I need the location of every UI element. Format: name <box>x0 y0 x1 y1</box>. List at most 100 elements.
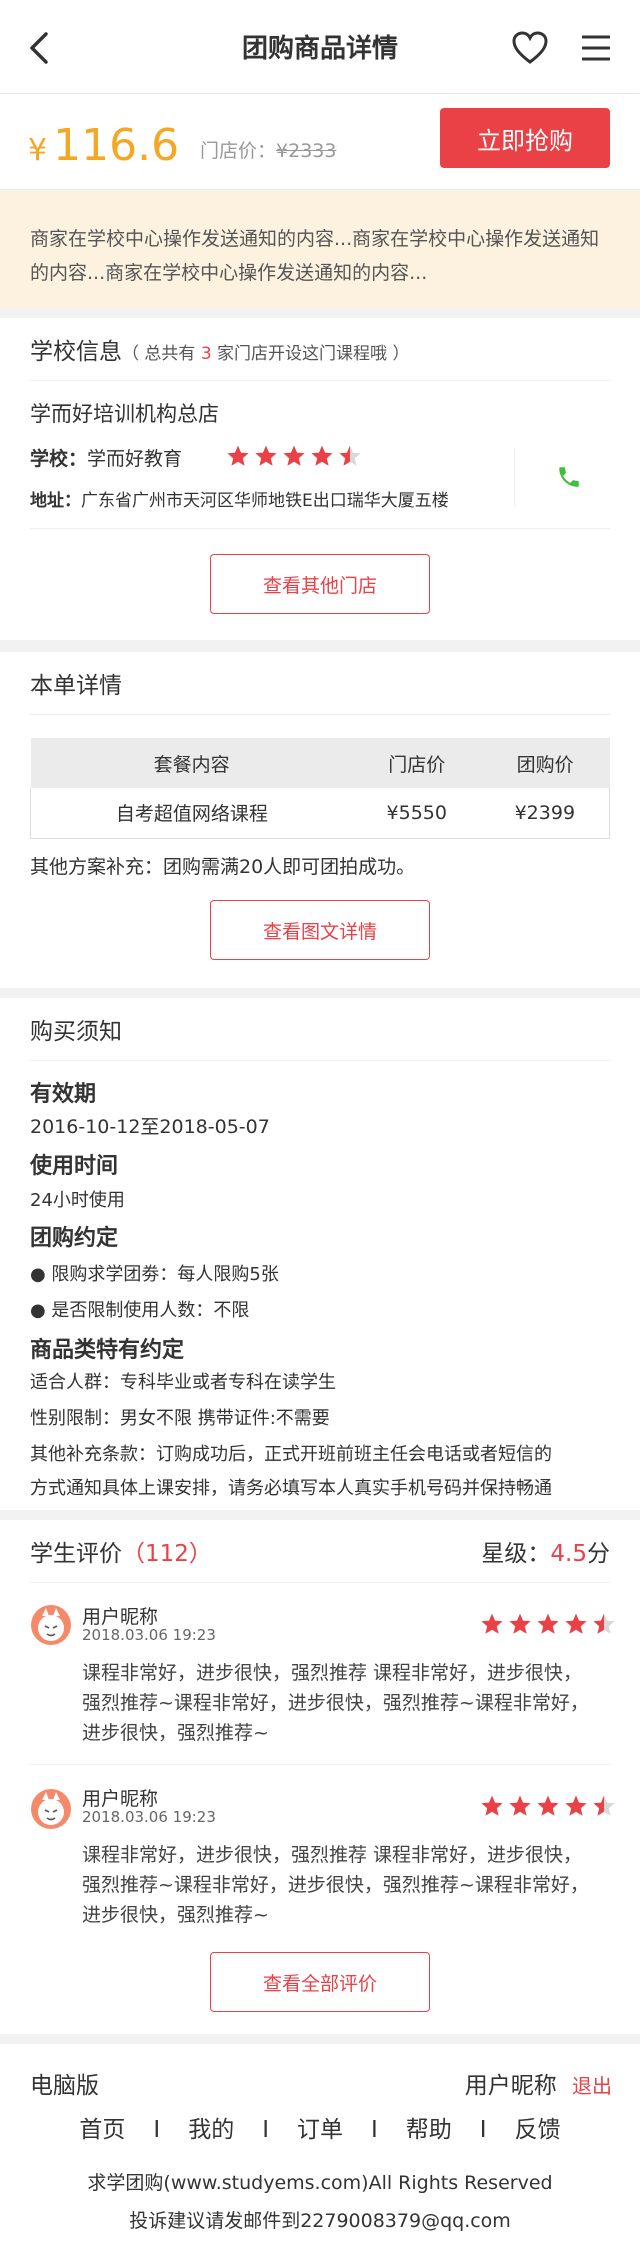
pc-version-link[interactable]: 电脑版 <box>30 2066 99 2100</box>
address-value: 广东省广州市天河区华师地铁E出口瑞华大厦五楼 <box>81 491 449 511</box>
buy-now-button[interactable]: 立即抢购 <box>440 108 610 168</box>
review-time: 2018.03.06 19:23 <box>82 1808 216 1826</box>
currency-symbol: ¥ <box>28 133 48 168</box>
star-icon <box>227 445 249 466</box>
special-term-item: 适合人群：专科毕业或者专科在读学生 <box>30 1372 336 1393</box>
rating-unit: 分 <box>587 1541 610 1567</box>
review-rating-stars <box>480 1794 616 1818</box>
top-nav-bar: 团购商品详情 <box>0 0 640 94</box>
table-cell: 自考超值网络课程 <box>29 788 353 839</box>
star-icon <box>481 1795 503 1816</box>
star-icon <box>593 1795 615 1816</box>
rating-label: 星级： <box>481 1541 551 1567</box>
divider <box>30 380 610 381</box>
school-heading-text: 学校信息 <box>30 339 122 365</box>
nav-separator: I <box>371 2117 378 2143</box>
star-icon <box>255 445 277 466</box>
divider <box>30 1060 610 1061</box>
nav-separator: I <box>262 2117 269 2143</box>
star-icon <box>565 1795 587 1816</box>
overall-rating: 星级：4.5分 <box>481 1534 610 1568</box>
footer-nav-mine[interactable]: 我的 <box>188 2117 234 2143</box>
price-bar: ¥116.6 门店价：¥2333 立即抢购 <box>0 94 640 190</box>
reviews-close-paren: ） <box>188 1541 212 1567</box>
star-icon <box>311 445 333 466</box>
merchant-notice: 商家在学校中心操作发送通知的内容...商家在学校中心操作发送通知的内容...商家… <box>0 190 640 308</box>
review-text-line: 进步很快，强烈推荐~ <box>82 1904 269 1926</box>
school-rating-stars <box>226 444 362 468</box>
star-icon <box>537 1613 559 1634</box>
divider <box>30 714 610 715</box>
store-count: 3 <box>200 344 212 364</box>
school-value: 学而好教育 <box>87 448 183 470</box>
validity-title: 有效期 <box>30 1082 97 1107</box>
star-icon <box>593 1613 615 1634</box>
special-terms-title: 商品类特有约定 <box>30 1338 185 1363</box>
special-term-item: 其他补充条款：订购成功后，正式开班前班主任会电话或者短信的 <box>30 1444 552 1465</box>
nav-separator: I <box>153 2117 161 2143</box>
rating-value: 4.5 <box>550 1541 587 1567</box>
review-username: 用户昵称 <box>82 1788 159 1810</box>
star-icon <box>481 1613 503 1634</box>
star-icon <box>283 445 305 466</box>
star-icon <box>565 1613 587 1634</box>
phone-icon[interactable] <box>556 464 582 490</box>
view-other-stores-button[interactable]: 查看其他门店 <box>210 554 430 614</box>
order-details-section: 本单详情 套餐内容 门店价 团购价 自考超值网络课程 ¥5550 ¥2399 其… <box>0 652 640 988</box>
package-table: 套餐内容 门店价 团购价 自考超值网络课程 ¥5550 ¥2399 <box>29 738 610 839</box>
divider <box>30 1582 610 1583</box>
review-text-line: 强烈推荐~课程非常好，进步很快，强烈推荐~课程非常好， <box>82 1874 589 1896</box>
star-icon <box>537 1795 559 1816</box>
footer-nav-feedback[interactable]: 反馈 <box>515 2117 561 2143</box>
table-header-row: 套餐内容 门店价 团购价 <box>30 738 610 788</box>
footer-nav-help[interactable]: 帮助 <box>406 2117 452 2143</box>
reviews-open-paren: （ <box>122 1541 145 1567</box>
table-cell: ¥2399 <box>480 788 610 839</box>
agreement-item: ● 是否限制使用人数：不限 <box>30 1300 250 1321</box>
nav-separator: I <box>479 2117 487 2143</box>
order-details-heading: 本单详情 <box>30 673 122 699</box>
footer-nav-orders[interactable]: 订单 <box>297 2117 343 2143</box>
reviews-heading: 学生评价（112） <box>30 1534 212 1568</box>
review-username: 用户昵称 <box>82 1606 159 1628</box>
star-icon <box>509 1795 531 1816</box>
menu-icon[interactable] <box>578 30 614 66</box>
review-time: 2018.03.06 19:23 <box>82 1626 216 1644</box>
review-text-line: 强烈推荐~课程非常好，进步很快，强烈推荐~课程非常好， <box>82 1692 589 1714</box>
review-text-line: 课程非常好，进步很快，强烈推荐 课程非常好，进步很快， <box>82 1844 583 1866</box>
logout-link[interactable]: 退出 <box>572 2074 612 2098</box>
order-extra-note: 其他方案补充：团购需满20人即可团拍成功。 <box>30 856 416 878</box>
divider <box>30 1764 610 1765</box>
page-footer: 电脑版 用户昵称 退出 首页 I 我的 I 订单 I 帮助 I 反馈 求学团购(www.stud… <box>0 2044 640 2256</box>
view-image-details-button[interactable]: 查看图文详情 <box>210 900 430 960</box>
current-price: ¥116.6 <box>28 120 179 171</box>
special-term-item: 性别限制：男女不限 携带证件:不需要 <box>30 1408 330 1429</box>
user-avatar-icon <box>31 1789 71 1829</box>
reviews-heading-text: 学生评价 <box>30 1541 122 1567</box>
special-term-item: 方式通知具体上课安排，请务必填写本人真实手机号码并保持畅通 <box>30 1478 552 1499</box>
reviews-section: 学生评价（112） 星级：4.5分 用户昵称 2018.03.06 19:23 … <box>0 1520 640 2034</box>
store-name: 学而好培训机构总店 <box>30 402 219 426</box>
original-price-label: 门店价： <box>200 140 277 162</box>
original-price: 门店价：¥2333 <box>200 136 336 163</box>
table-cell: ¥5550 <box>352 788 481 839</box>
school-info-heading: 学校信息（ 总共有 3 家门店开设这门课程哦 ） <box>30 332 409 366</box>
agreement-title: 团购约定 <box>30 1226 119 1251</box>
star-icon <box>339 445 361 466</box>
purchase-notes-section: 购买须知 有效期 2016-10-12至2018-05-07 使用时间 24小时… <box>0 998 640 1510</box>
validity-value: 2016-10-12至2018-05-07 <box>30 1116 270 1138</box>
heart-icon[interactable] <box>510 28 550 68</box>
review-rating-stars <box>480 1612 616 1636</box>
school-info-section: 学校信息（ 总共有 3 家门店开设这门课程哦 ） 学而好培训机构总店 学校：学而… <box>0 318 640 640</box>
current-price-value: 116.6 <box>53 120 180 171</box>
copyright-text: 求学团购(www.studyems.com)All Rights Reserve… <box>87 2172 553 2194</box>
notice-text: 商家在学校中心操作发送通知的内容...商家在学校中心操作发送通知的内容...商家… <box>30 228 600 284</box>
footer-nav-home[interactable]: 首页 <box>79 2117 125 2143</box>
store-count-suffix: 家门店开设这门课程哦 ） <box>211 344 410 364</box>
feedback-email-text: 投诉建议请发邮件到2279008379@qq.com <box>129 2210 511 2232</box>
original-price-value: ¥2333 <box>276 140 337 162</box>
school-row: 学校：学而好教育 <box>30 444 182 471</box>
vertical-divider <box>514 448 515 506</box>
divider <box>30 528 610 529</box>
view-all-reviews-button[interactable]: 查看全部评价 <box>210 1952 430 2012</box>
